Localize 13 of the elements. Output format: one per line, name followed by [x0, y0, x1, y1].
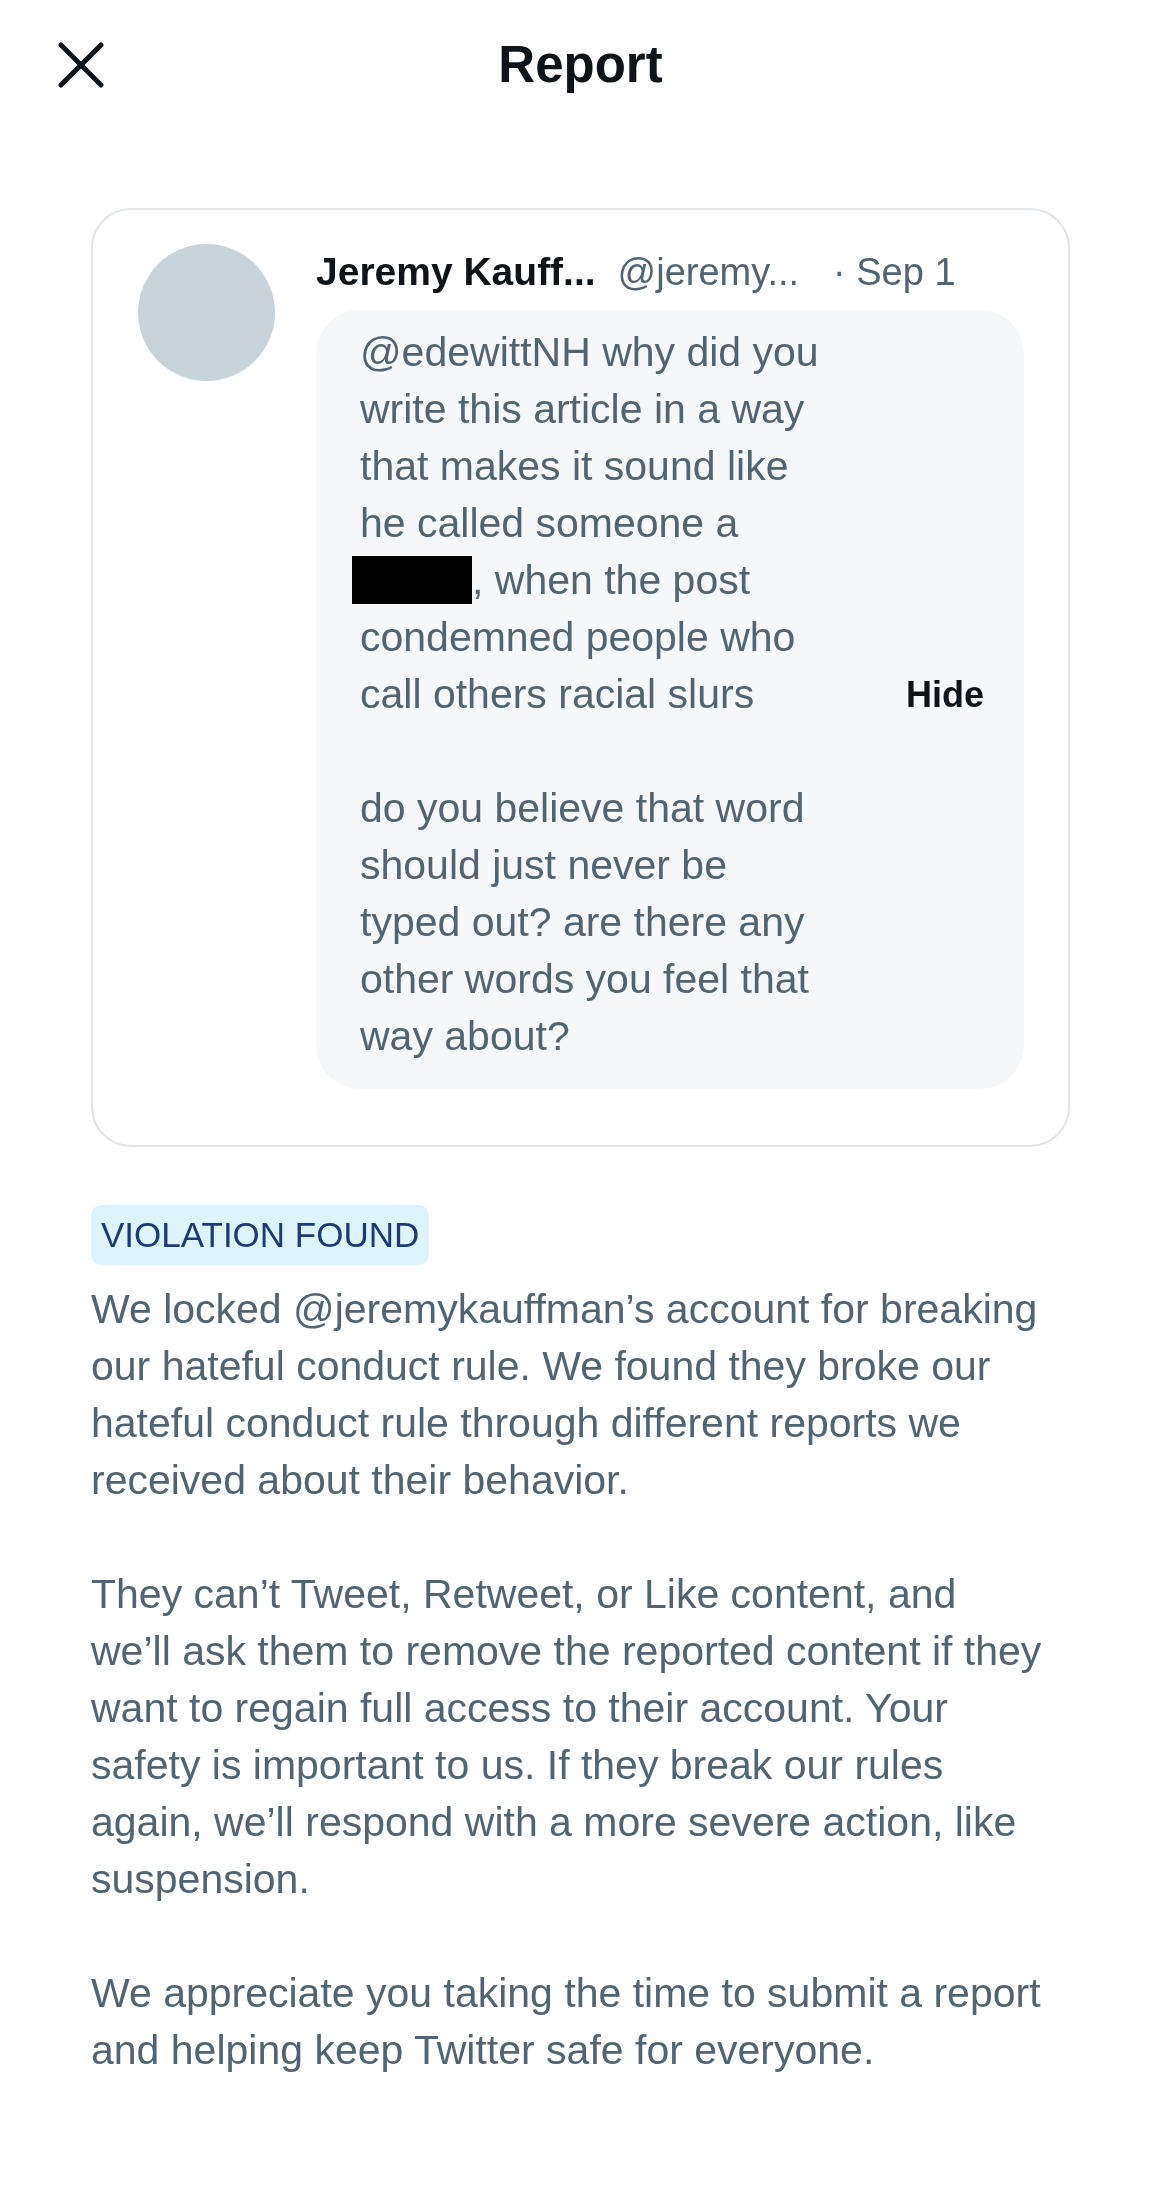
tweet-date: · Sep 1 [833, 251, 956, 294]
tweet-text: @edewittNH why did you write this article in a way that makes it sound like he called someone a , when the post condemned people who call others racial slurs [360, 324, 819, 723]
close-button[interactable] [58, 42, 104, 88]
body-paragraph: We locked @jeremykauffman’s account for breaking our hateful conduct rule. We found they broke our hateful conduct rule through different reports we received about their behavior. [91, 1285, 1039, 1505]
page-title: Report [498, 34, 663, 94]
tweet-text: do you believe that word should just never be typed out? are there any other words you feel that way about? [360, 784, 810, 1061]
body-paragraph: We appreciate you taking the time to submit a report and helping keep Twitter safe for everyone. [91, 1969, 1042, 2075]
body-paragraph: They can’t Tweet, Retweet, or Like content, and we’ll ask them to remove the reported content if they want to regain full access to their account. Your safety is important to us. If they break our rules again, we’ll respond with a more severe action, like suspension. [91, 1570, 1043, 1904]
hide-button[interactable]: Hide [906, 673, 984, 716]
violation-badge: VIOLATION FOUND [91, 1205, 430, 1265]
author-handle: @jeremy... [617, 251, 800, 294]
close-icon [58, 42, 104, 88]
author-name: Jeremy Kauff... [316, 250, 596, 294]
